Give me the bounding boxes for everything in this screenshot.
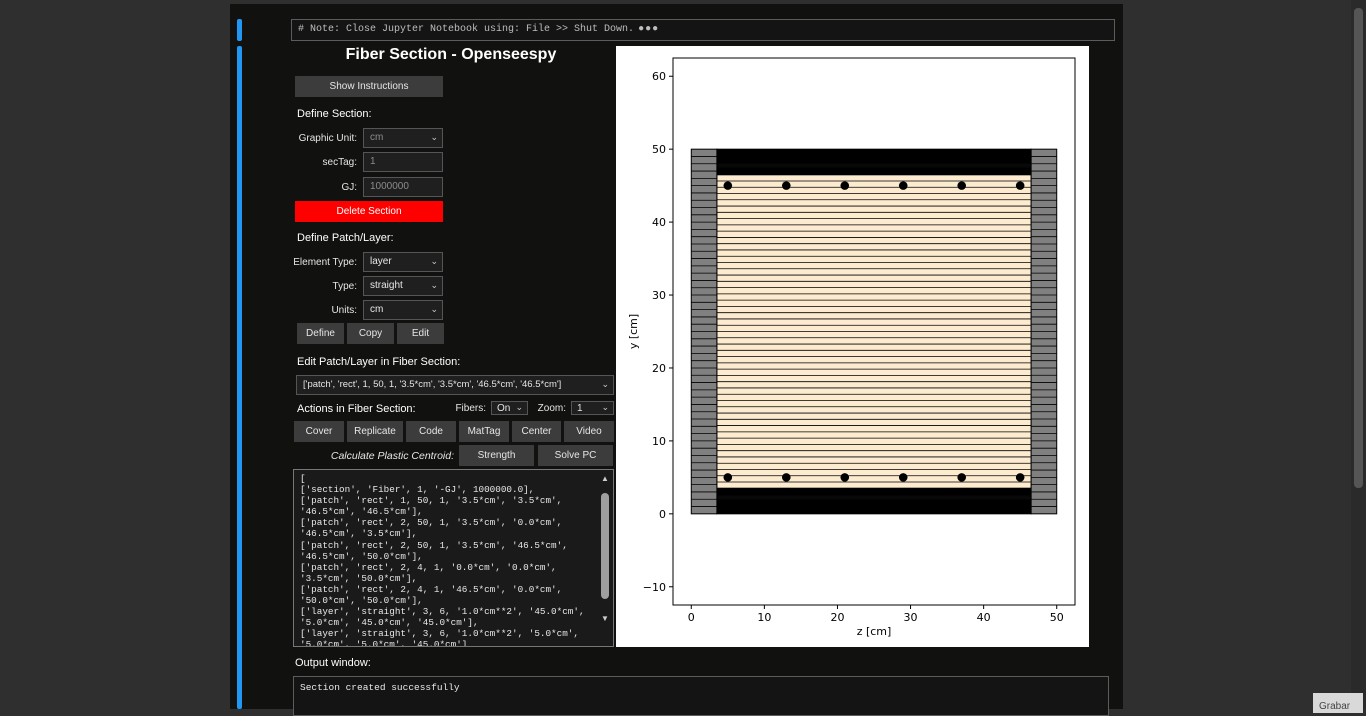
x-tick-label: 10 [757,611,771,624]
output-window: Section created successfully [293,676,1109,716]
rebar-point [1015,473,1025,482]
rebar-point [898,181,908,190]
cover-button[interactable]: Cover [294,421,344,442]
zoom-value: 1 [577,403,583,414]
more-dots-icon[interactable]: ●●● [638,24,659,35]
sectag-label: secTag: [322,157,357,168]
rebar-point [723,181,733,190]
copy-button[interactable]: Copy [347,323,394,344]
edit-patch-label: Edit Patch/Layer in Fiber Section: [297,356,461,368]
rebar-point [957,473,967,482]
output-text: Section created successfully [300,682,460,693]
section-plot-svg: 0 10 20 30 40 50 −10 0 10 20 30 40 50 60 z [cm] y [cm] [627,57,1076,638]
y-tick-label: 20 [652,362,666,375]
y-tick-label: 0 [659,508,666,521]
chevron-down-icon: ⌄ [430,132,438,142]
strength-button[interactable]: Strength [459,445,534,466]
note-cell[interactable]: # Note: Close Jupyter Notebook using: Fi… [291,19,1115,41]
delete-section-button[interactable]: Delete Section [295,201,443,222]
cell-indicator[interactable] [237,19,242,41]
define-patch-label: Define Patch/Layer: [297,232,394,244]
page-scrollbar[interactable] [1351,0,1366,709]
center-button[interactable]: Center [512,421,561,442]
fibers-select[interactable]: On ⌄ [491,401,528,415]
y-tick-label: 40 [652,216,666,229]
video-button[interactable]: Video [564,421,614,442]
sectag-input[interactable]: 1 [363,152,443,172]
type-value: straight [370,280,403,291]
rebar-point [1015,181,1025,190]
chevron-down-icon: ⌄ [601,379,609,389]
element-type-label: Element Type: [293,257,357,268]
graphic-unit-value: cm [370,132,384,143]
actions-label: Actions in Fiber Section: [297,403,416,415]
edit-patch-select[interactable]: ['patch', 'rect', 1, 50, 1, '3.5*cm', '3… [296,375,614,395]
zoom-select[interactable]: 1 ⌄ [571,401,614,415]
chevron-down-icon: ⌄ [430,304,438,314]
rebar-point [957,181,967,190]
x-tick-label: 50 [1050,611,1064,624]
code-scrollbar[interactable]: ▲ ▼ [598,471,612,645]
output-label: Output window: [295,657,371,669]
solve-pc-button[interactable]: Solve PC [538,445,613,466]
chevron-down-icon: ⌄ [430,256,438,266]
gj-input[interactable]: 1000000 [363,177,443,197]
grab-button[interactable]: Grabar [1313,693,1363,713]
replicate-button[interactable]: Replicate [347,421,403,442]
page-scroll-thumb[interactable] [1354,8,1363,488]
x-tick-label: 40 [977,611,991,624]
graphic-unit-select[interactable]: cm ⌄ [363,128,443,148]
y-tick-label: 30 [652,289,666,302]
y-tick-label: 10 [652,435,666,448]
rebar-point [898,473,908,482]
y-tick-label: −10 [643,581,666,594]
chevron-down-icon: ⌄ [515,402,523,412]
x-tick-label: 30 [904,611,918,624]
edit-patch-value: ['patch', 'rect', 1, 50, 1, '3.5*cm', '3… [303,379,562,390]
fibers-value: On [497,403,511,414]
zoom-label: Zoom: [537,403,566,414]
mattag-button[interactable]: MatTag [459,421,509,442]
edit-button[interactable]: Edit [397,323,444,344]
note-text: # Note: Close Jupyter Notebook using: Fi… [298,24,635,35]
type-select[interactable]: straight ⌄ [363,276,443,296]
y-tick-label: 50 [652,143,666,156]
fibers-label: Fibers: [455,403,486,414]
units-select[interactable]: cm ⌄ [363,300,443,320]
x-axis-label: z [cm] [857,625,892,638]
element-type-value: layer [370,256,392,267]
chevron-down-icon: ⌄ [430,280,438,290]
chevron-down-icon: ⌄ [601,402,609,412]
rebar-point [723,473,733,482]
type-label: Type: [332,281,357,292]
scroll-down-icon[interactable]: ▼ [601,614,609,623]
graphic-unit-label: Graphic Unit: [298,133,357,144]
y-tick-label: 60 [652,70,666,83]
code-textarea[interactable]: [ ['section', 'Fiber', 1, '-GJ', 1000000… [293,469,614,647]
y-axis-label: y [cm] [627,314,640,349]
define-section-label: Define Section: [297,108,372,120]
show-instructions-button[interactable]: Show Instructions [295,76,443,97]
units-label: Units: [331,305,357,316]
units-value: cm [370,304,384,315]
gj-label: GJ: [341,182,357,193]
page-title: Fiber Section - Openseespy [345,46,557,63]
rebar-point [781,473,791,482]
section-plot: 0 10 20 30 40 50 −10 0 10 20 30 40 50 60 z [cm] y [cm] [616,46,1089,647]
rebar-point [781,181,791,190]
code-button[interactable]: Code [406,421,456,442]
scroll-up-icon[interactable]: ▲ [601,474,609,483]
rebar-point [840,473,850,482]
code-text: [ ['section', 'Fiber', 1, '-GJ', 1000000… [300,473,585,647]
rebar-point [840,181,850,190]
element-type-select[interactable]: layer ⌄ [363,252,443,272]
scroll-thumb[interactable] [601,493,609,599]
x-tick-label: 0 [688,611,695,624]
x-tick-label: 20 [830,611,844,624]
define-button[interactable]: Define [297,323,344,344]
cell-indicator-active[interactable] [237,46,242,709]
plastic-centroid-label: Calculate Plastic Centroid: [330,450,454,462]
